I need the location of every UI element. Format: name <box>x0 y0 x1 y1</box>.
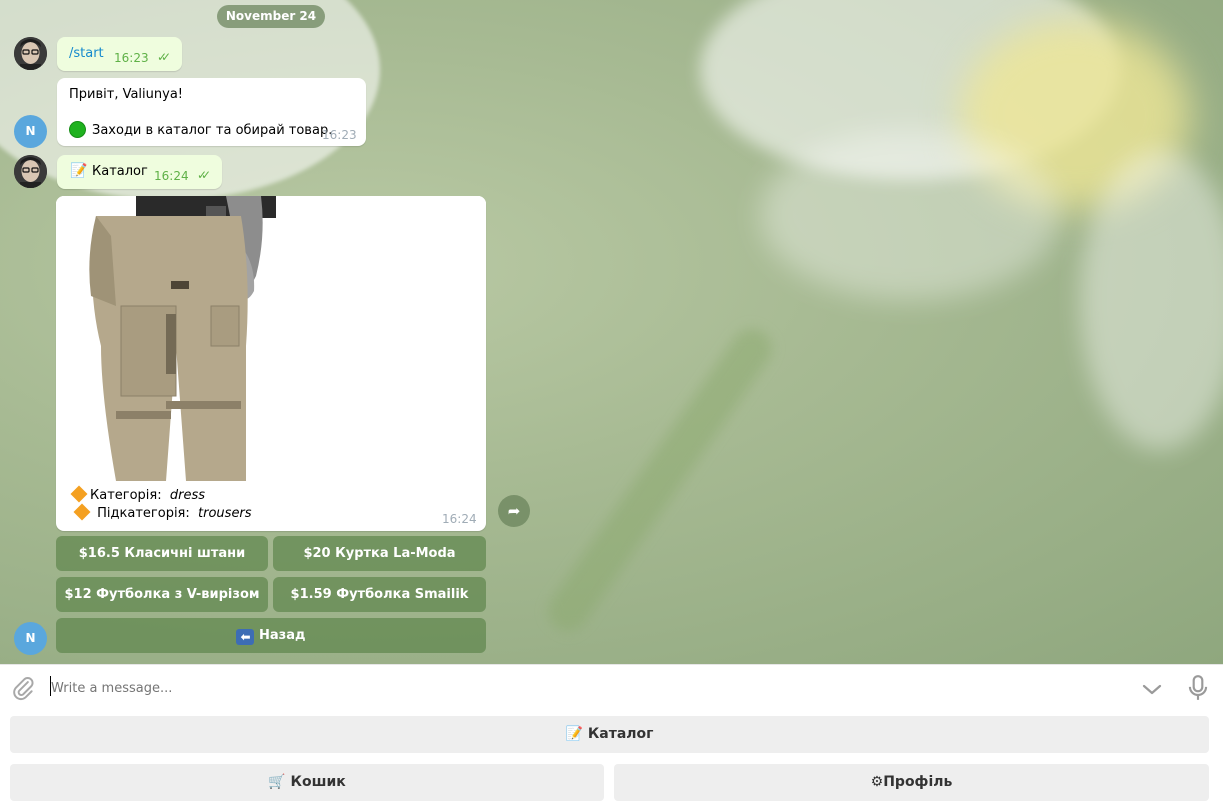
command-link[interactable]: /start <box>69 46 104 61</box>
chat-area: November 24 /start 16:23 ✓✓ N Привіт, Va… <box>0 0 1223 664</box>
read-checks-icon: ✓✓ <box>197 168 211 182</box>
memo-emoji: 📝 <box>70 163 88 179</box>
user-photo-icon <box>14 155 47 188</box>
message-text: Каталог <box>92 164 148 179</box>
attach-icon[interactable] <box>10 675 36 701</box>
back-arrow-emoji: ⬅ <box>236 629 255 645</box>
green-circle-emoji <box>69 121 86 138</box>
category-value: dress <box>169 488 206 503</box>
user-photo-icon <box>14 37 47 70</box>
message-time: 16:24 <box>442 512 477 526</box>
reply-button-catalog[interactable]: 📝 Каталог <box>10 716 1209 753</box>
date-separator: November 24 <box>217 5 325 28</box>
chevron-down-icon[interactable] <box>1140 677 1164 701</box>
inline-button-vneck-tshirt[interactable]: $12 Футболка з V-вирізом <box>56 577 268 612</box>
background-flower-center <box>960 20 1190 210</box>
reply-button-profile[interactable]: ⚙Профіль <box>614 764 1209 801</box>
orange-diamond-emoji <box>70 485 88 503</box>
back-label: Назад <box>259 628 306 643</box>
background-flower-petal <box>700 0 1120 180</box>
share-icon[interactable]: ➦ <box>498 495 530 527</box>
message-start[interactable]: /start 16:23 ✓✓ <box>57 37 182 71</box>
message-text: Заходи в каталог та обирай товар. <box>92 123 333 138</box>
message-input-bar <box>0 664 1223 710</box>
memo-emoji: 📝 <box>565 726 583 742</box>
background-flower-petal <box>1080 150 1223 450</box>
message-time: 16:23 <box>114 51 149 65</box>
background-stem <box>540 321 780 639</box>
message-time: 16:23 <box>322 128 357 142</box>
orange-diamond-emoji <box>73 503 91 521</box>
subcategory-line: Підкатегорія: trousers <box>73 503 252 521</box>
inline-button-jacket[interactable]: $20 Куртка La-Moda <box>273 536 486 571</box>
message-time: 16:24 <box>154 169 189 183</box>
user-avatar[interactable] <box>14 37 47 70</box>
read-checks-icon: ✓✓ <box>157 50 171 64</box>
cart-emoji: 🛒 <box>268 774 286 790</box>
gear-emoji: ⚙ <box>870 774 884 790</box>
bot-avatar[interactable]: N <box>14 115 47 148</box>
bot-avatar[interactable]: N <box>14 622 47 655</box>
product-photo[interactable] <box>56 196 486 483</box>
message-product[interactable]: Категорія: dress Підкатегорія: trousers … <box>56 196 486 531</box>
reply-button-cart[interactable]: 🛒 Кошик <box>10 764 604 801</box>
inline-button-classic-trousers[interactable]: $16.5 Класичні штани <box>56 536 268 571</box>
message-greeting[interactable]: Привіт, Valiunya! Заходи в каталог та об… <box>57 78 366 146</box>
category-line: Категорія: dress <box>70 485 206 503</box>
greeting-text: Привіт, Valiunya! <box>69 87 184 102</box>
inline-button-smailik-tshirt[interactable]: $1.59 Футболка Smailik <box>273 577 486 612</box>
reply-keyboard: 📝 Каталог 🛒 Кошик ⚙Профіль <box>0 710 1223 808</box>
inline-button-back[interactable]: ⬅ Назад <box>56 618 486 653</box>
user-avatar[interactable] <box>14 155 47 188</box>
subcategory-value: trousers <box>198 506 252 521</box>
trousers-image <box>56 196 486 483</box>
microphone-icon[interactable] <box>1185 674 1211 702</box>
message-input[interactable] <box>51 675 1111 701</box>
background-flower-petal <box>760 130 1060 300</box>
message-catalog[interactable]: 📝 Каталог 16:24 ✓✓ <box>57 155 222 189</box>
